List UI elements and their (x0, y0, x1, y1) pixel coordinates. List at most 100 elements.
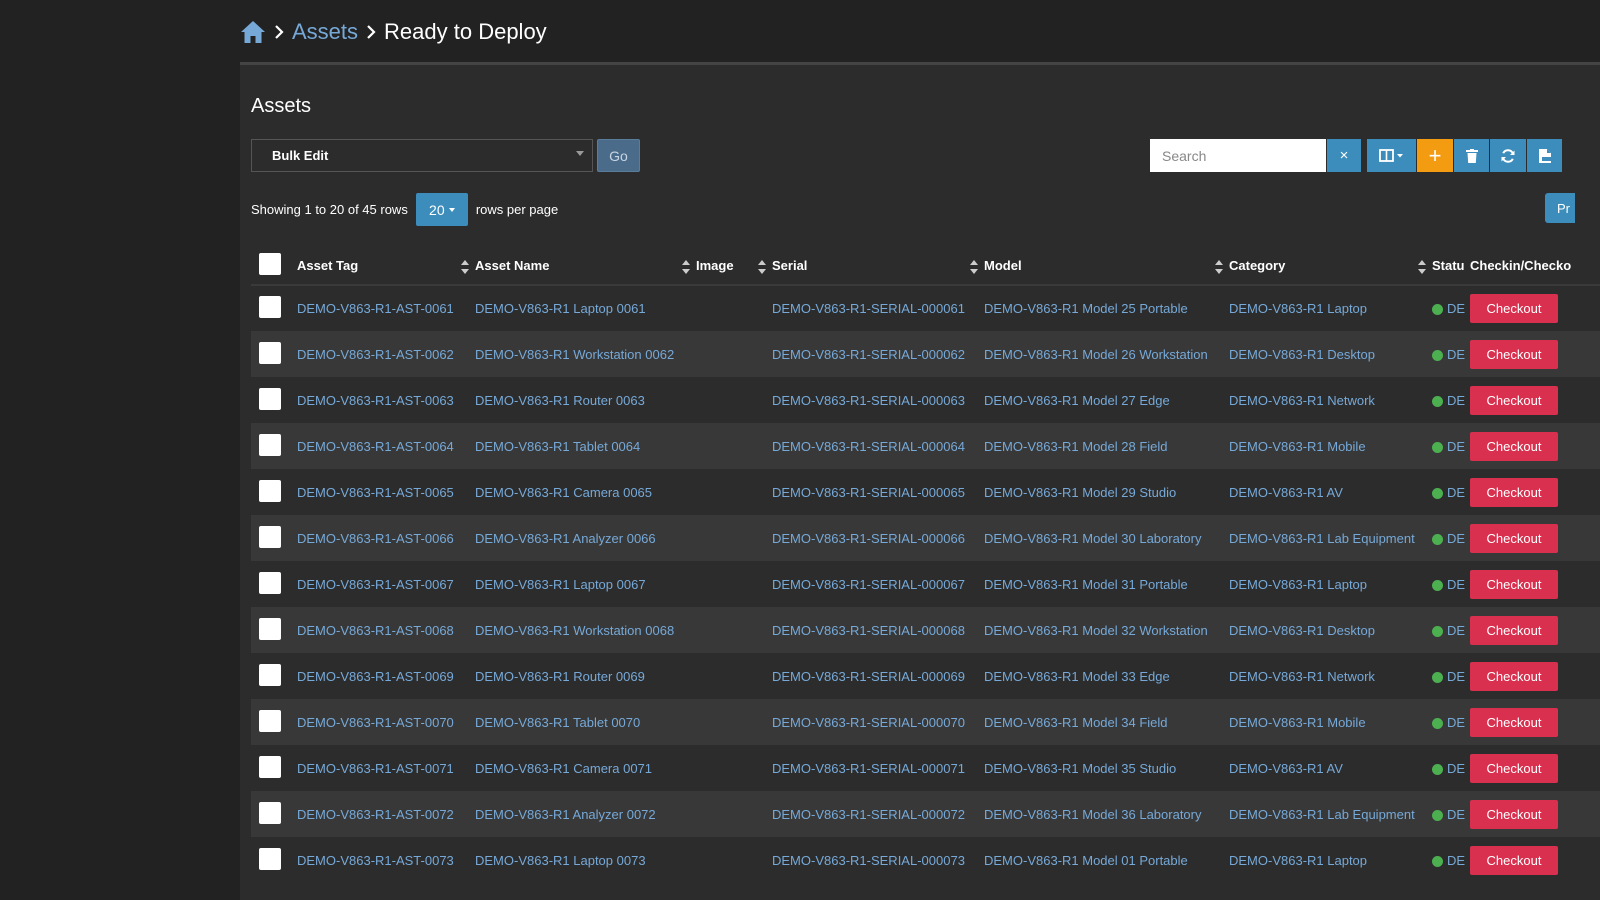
asset-name-link[interactable]: DEMO-V863-R1 Workstation 0068 (475, 623, 674, 638)
go-button[interactable]: Go (597, 139, 640, 172)
checkout-button[interactable]: Checkout (1470, 845, 1558, 875)
asset-tag-link[interactable]: DEMO-V863-R1-AST-0069 (297, 669, 454, 684)
row-checkbox[interactable] (259, 479, 281, 502)
column-header-serial[interactable]: Serial (772, 247, 984, 286)
column-header-asset-name[interactable]: Asset Name (475, 247, 696, 286)
model-link[interactable]: DEMO-V863-R1 Model 28 Field (984, 439, 1168, 454)
status-label[interactable]: DE (1447, 623, 1465, 638)
asset-name-link[interactable]: DEMO-V863-R1 Laptop 0073 (475, 853, 646, 868)
checkout-button[interactable]: Checkout (1470, 661, 1558, 691)
checkout-button[interactable]: Checkout (1470, 294, 1558, 323)
asset-name-link[interactable]: DEMO-V863-R1 Router 0069 (475, 669, 645, 684)
serial-link[interactable]: DEMO-V863-R1-SERIAL-000072 (772, 807, 965, 822)
row-checkbox[interactable] (259, 709, 281, 732)
asset-name-link[interactable]: DEMO-V863-R1 Analyzer 0072 (475, 807, 656, 822)
clear-search-button[interactable]: × (1327, 139, 1361, 172)
row-checkbox[interactable] (259, 571, 281, 594)
category-link[interactable]: DEMO-V863-R1 Desktop (1229, 623, 1375, 638)
status-label[interactable]: DE (1447, 301, 1465, 316)
row-checkbox[interactable] (259, 387, 281, 410)
category-link[interactable]: DEMO-V863-R1 Mobile (1229, 715, 1366, 730)
status-label[interactable]: DE (1447, 807, 1465, 822)
column-header-model[interactable]: Model (984, 247, 1229, 286)
category-link[interactable]: DEMO-V863-R1 Mobile (1229, 439, 1366, 454)
checkout-button[interactable]: Checkout (1470, 615, 1558, 645)
status-label[interactable]: DE (1447, 669, 1465, 684)
status-label[interactable]: DE (1447, 347, 1465, 362)
asset-name-link[interactable]: DEMO-V863-R1 Analyzer 0066 (475, 531, 656, 546)
select-all-checkbox[interactable] (259, 253, 281, 275)
asset-tag-link[interactable]: DEMO-V863-R1-AST-0064 (297, 439, 454, 454)
asset-tag-link[interactable]: DEMO-V863-R1-AST-0062 (297, 347, 454, 362)
row-checkbox[interactable] (259, 847, 281, 870)
column-header-category[interactable]: Category (1229, 247, 1432, 286)
checkout-button[interactable]: Checkout (1470, 431, 1558, 461)
export-button[interactable] (1527, 139, 1562, 172)
columns-toggle-button[interactable] (1367, 139, 1416, 172)
breadcrumb-assets-link[interactable]: Assets (292, 19, 358, 45)
asset-tag-link[interactable]: DEMO-V863-R1-AST-0068 (297, 623, 454, 638)
row-checkbox[interactable] (259, 755, 281, 778)
model-link[interactable]: DEMO-V863-R1 Model 35 Studio (984, 761, 1176, 776)
serial-link[interactable]: DEMO-V863-R1-SERIAL-000065 (772, 485, 965, 500)
status-label[interactable]: DE (1447, 531, 1465, 546)
home-icon[interactable] (240, 20, 266, 44)
category-link[interactable]: DEMO-V863-R1 AV (1229, 485, 1343, 500)
status-label[interactable]: DE (1447, 715, 1465, 730)
asset-tag-link[interactable]: DEMO-V863-R1-AST-0072 (297, 807, 454, 822)
serial-link[interactable]: DEMO-V863-R1-SERIAL-000066 (772, 531, 965, 546)
category-link[interactable]: DEMO-V863-R1 Laptop (1229, 301, 1367, 316)
serial-link[interactable]: DEMO-V863-R1-SERIAL-000068 (772, 623, 965, 638)
column-header-asset-tag[interactable]: Asset Tag (297, 247, 475, 286)
model-link[interactable]: DEMO-V863-R1 Model 01 Portable (984, 853, 1188, 868)
status-label[interactable]: DE (1447, 853, 1465, 868)
asset-tag-link[interactable]: DEMO-V863-R1-AST-0071 (297, 761, 454, 776)
refresh-button[interactable] (1490, 139, 1526, 172)
serial-link[interactable]: DEMO-V863-R1-SERIAL-000070 (772, 715, 965, 730)
asset-name-link[interactable]: DEMO-V863-R1 Tablet 0064 (475, 439, 640, 454)
serial-link[interactable]: DEMO-V863-R1-SERIAL-000073 (772, 853, 965, 868)
model-link[interactable]: DEMO-V863-R1 Model 33 Edge (984, 669, 1170, 684)
category-link[interactable]: DEMO-V863-R1 Laptop (1229, 853, 1367, 868)
checkout-button[interactable]: Checkout (1470, 385, 1558, 415)
status-label[interactable]: DE (1447, 485, 1465, 500)
row-checkbox[interactable] (259, 525, 281, 548)
bulk-actions-select[interactable]: Bulk Edit (251, 139, 593, 172)
asset-tag-link[interactable]: DEMO-V863-R1-AST-0067 (297, 577, 454, 592)
search-input[interactable] (1150, 139, 1326, 172)
checkout-button[interactable]: Checkout (1470, 753, 1558, 783)
asset-name-link[interactable]: DEMO-V863-R1 Laptop 0067 (475, 577, 646, 592)
serial-link[interactable]: DEMO-V863-R1-SERIAL-000061 (772, 301, 965, 316)
serial-link[interactable]: DEMO-V863-R1-SERIAL-000071 (772, 761, 965, 776)
column-header-status[interactable]: Statu (1432, 247, 1470, 286)
checkout-button[interactable]: Checkout (1470, 799, 1558, 829)
add-asset-button[interactable]: + (1417, 139, 1453, 172)
category-link[interactable]: DEMO-V863-R1 Network (1229, 669, 1375, 684)
status-label[interactable]: DE (1447, 439, 1465, 454)
model-link[interactable]: DEMO-V863-R1 Model 27 Edge (984, 393, 1170, 408)
status-label[interactable]: DE (1447, 761, 1465, 776)
column-header-image[interactable]: Image (696, 247, 772, 286)
row-checkbox[interactable] (259, 433, 281, 456)
asset-tag-link[interactable]: DEMO-V863-R1-AST-0065 (297, 485, 454, 500)
model-link[interactable]: DEMO-V863-R1 Model 32 Workstation (984, 623, 1208, 638)
delete-button[interactable] (1454, 139, 1489, 172)
serial-link[interactable]: DEMO-V863-R1-SERIAL-000064 (772, 439, 965, 454)
model-link[interactable]: DEMO-V863-R1 Model 34 Field (984, 715, 1168, 730)
asset-name-link[interactable]: DEMO-V863-R1 Laptop 0061 (475, 301, 646, 316)
model-link[interactable]: DEMO-V863-R1 Model 31 Portable (984, 577, 1188, 592)
asset-name-link[interactable]: DEMO-V863-R1 Router 0063 (475, 393, 645, 408)
serial-link[interactable]: DEMO-V863-R1-SERIAL-000069 (772, 669, 965, 684)
asset-name-link[interactable]: DEMO-V863-R1 Camera 0071 (475, 761, 652, 776)
category-link[interactable]: DEMO-V863-R1 Laptop (1229, 577, 1367, 592)
row-checkbox[interactable] (259, 296, 281, 318)
serial-link[interactable]: DEMO-V863-R1-SERIAL-000062 (772, 347, 965, 362)
category-link[interactable]: DEMO-V863-R1 Network (1229, 393, 1375, 408)
model-link[interactable]: DEMO-V863-R1 Model 29 Studio (984, 485, 1176, 500)
asset-name-link[interactable]: DEMO-V863-R1 Workstation 0062 (475, 347, 674, 362)
asset-tag-link[interactable]: DEMO-V863-R1-AST-0063 (297, 393, 454, 408)
asset-tag-link[interactable]: DEMO-V863-R1-AST-0070 (297, 715, 454, 730)
column-header-checkin-checkout[interactable]: Checkin/Checko (1470, 247, 1600, 286)
row-checkbox[interactable] (259, 617, 281, 640)
row-checkbox[interactable] (259, 663, 281, 686)
